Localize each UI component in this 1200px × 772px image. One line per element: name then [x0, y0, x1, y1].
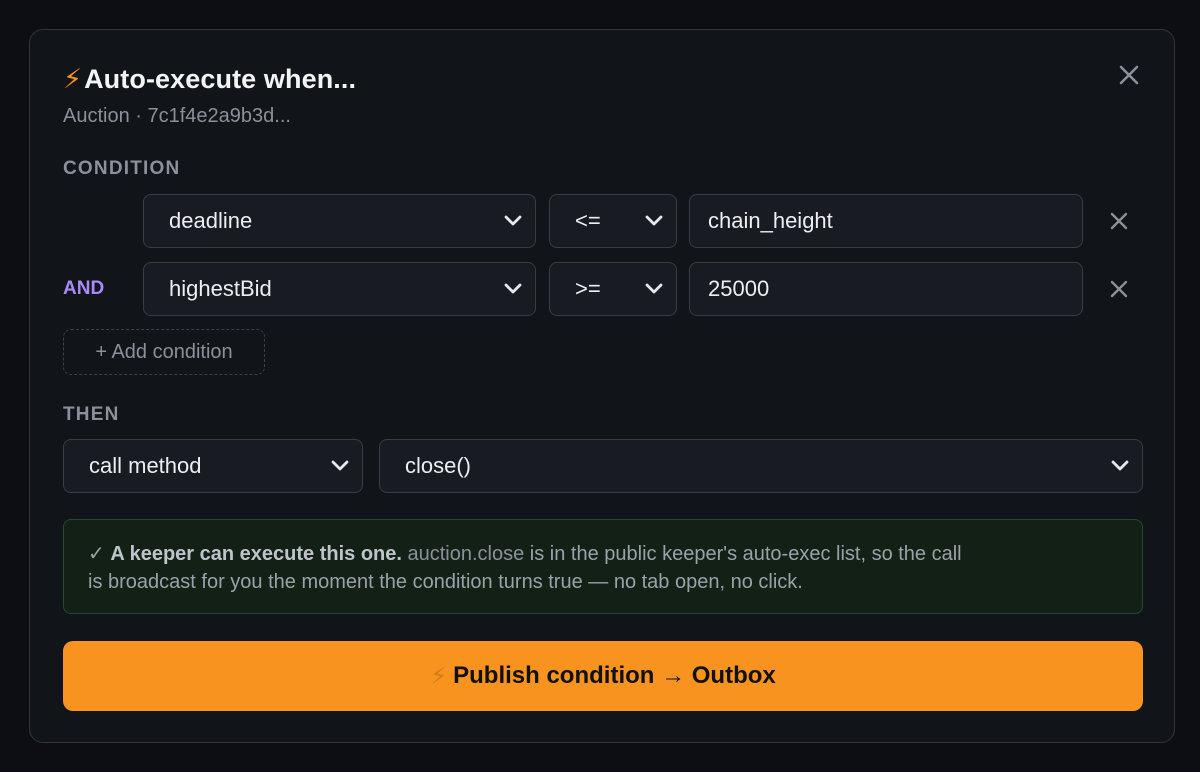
auto-execute-dialog: ⚡ Auto-execute when... Auction · 7c1f4e2… [29, 29, 1175, 743]
action-type-value: call method [89, 453, 202, 478]
condition-field-select[interactable]: deadline [143, 194, 536, 248]
lightning-icon: ⚡ [430, 662, 448, 690]
chevron-down-icon [331, 460, 349, 471]
then-row: call method close() [63, 439, 1143, 493]
keeper-notice-line-2: is broadcast for you the moment the cond… [88, 571, 803, 593]
keeper-notice-text: is in the public keeper's auto-exec list… [524, 543, 962, 565]
condition-operator-value: <= [575, 208, 601, 233]
publish-button-label: Publish condition → Outbox [453, 662, 776, 689]
dialog-header: ⚡ Auto-execute when... Auction · 7c1f4e2… [63, 64, 1141, 128]
close-icon[interactable] [1116, 62, 1142, 88]
action-type-select[interactable]: call method [63, 439, 363, 493]
then-section-label: THEN [63, 404, 120, 425]
remove-condition-icon[interactable] [1109, 211, 1129, 231]
check-icon: ✓ [88, 543, 105, 565]
keeper-method-name: auction.close [407, 543, 525, 565]
condition-value-text: chain_height [708, 208, 833, 233]
condition-operator-value: >= [575, 276, 601, 301]
method-value: close() [405, 453, 472, 478]
chevron-down-icon [645, 215, 663, 226]
condition-logic-label: AND [63, 278, 105, 299]
lightning-icon: ⚡ [63, 64, 83, 94]
condition-row: deadline <= chain_height [63, 194, 1143, 248]
condition-value-text: 25000 [708, 276, 770, 301]
chevron-down-icon [504, 283, 522, 294]
condition-operator-select[interactable]: <= [549, 194, 677, 248]
dialog-title-text: Auto-execute when... [84, 64, 357, 94]
condition-value-input[interactable]: 25000 [689, 262, 1083, 316]
method-select[interactable]: close() [379, 439, 1143, 493]
condition-section-label: CONDITION [63, 158, 181, 179]
chevron-down-icon [645, 283, 663, 294]
keeper-notice: ✓ A keeper can execute this one. auction… [63, 519, 1143, 614]
dialog-subtitle: Auction · 7c1f4e2a9b3d... [63, 105, 291, 127]
chevron-down-icon [504, 215, 522, 226]
condition-row: AND highestBid >= 25000 [63, 262, 1143, 316]
condition-field-select[interactable]: highestBid [143, 262, 536, 316]
dialog-title: ⚡ Auto-execute when... [63, 64, 1141, 95]
condition-operator-select[interactable]: >= [549, 262, 677, 316]
condition-field-value: deadline [169, 208, 253, 233]
publish-condition-button[interactable]: ⚡ Publish condition → Outbox [63, 641, 1143, 711]
keeper-notice-line-1: ✓ A keeper can execute this one. auction… [88, 540, 1118, 568]
add-condition-button[interactable]: + Add condition [63, 329, 265, 375]
chevron-down-icon [1111, 460, 1129, 471]
keeper-notice-heading: A keeper can execute this one. [110, 543, 402, 565]
remove-condition-icon[interactable] [1109, 279, 1129, 299]
condition-field-value: highestBid [169, 276, 272, 301]
condition-value-input[interactable]: chain_height [689, 194, 1083, 248]
